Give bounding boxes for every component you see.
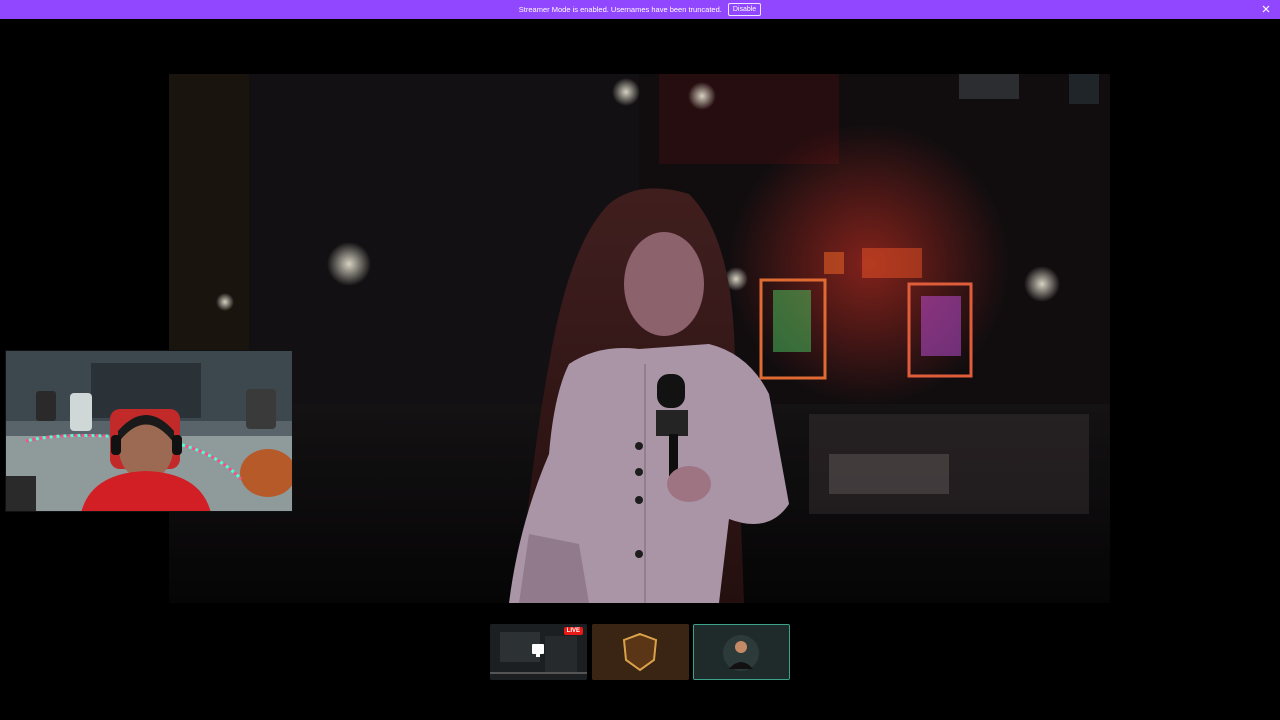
live-badge: LIVE (563, 627, 583, 635)
youyou-logo (592, 624, 689, 680)
main-video-player[interactable] (169, 74, 1110, 603)
stream-thumbnail[interactable]: LIVE (490, 624, 587, 680)
webcam-image (6, 351, 292, 511)
stream-scene-image (169, 74, 1110, 603)
thumbnail-image (694, 625, 789, 679)
streamer-mode-banner: Streamer Mode is enabled. Usernames have… (0, 0, 1280, 19)
close-icon[interactable] (1260, 3, 1272, 15)
stream-thumbnail[interactable] (592, 624, 689, 680)
disable-streamer-mode-button[interactable]: Disable (727, 3, 762, 16)
webcam-overlay (5, 350, 293, 512)
stream-thumbnail-selected[interactable] (693, 624, 790, 680)
streamer-mode-message: Streamer Mode is enabled. Usernames have… (518, 5, 722, 14)
stream-thumbnails: LIVE (490, 624, 791, 681)
